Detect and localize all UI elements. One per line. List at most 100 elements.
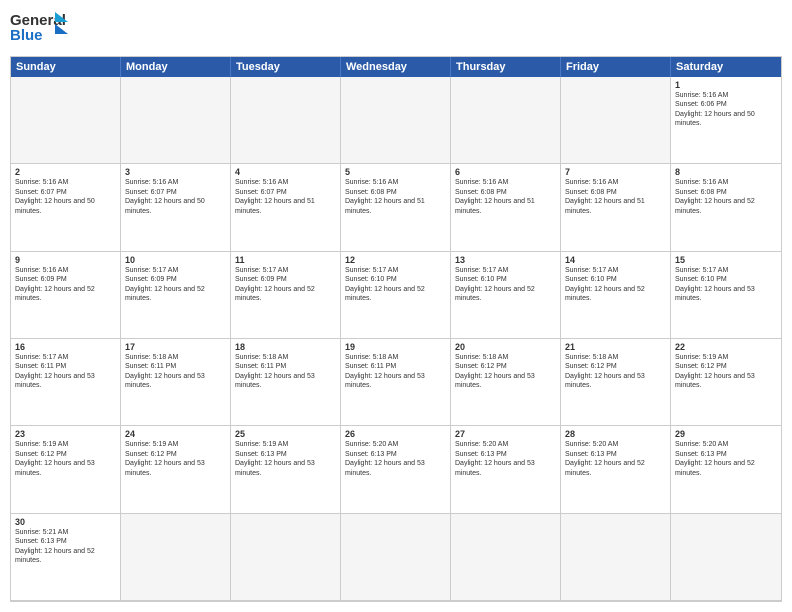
calendar-empty [561,514,671,601]
day-info: Sunrise: 5:18 AM Sunset: 6:11 PM Dayligh… [235,353,336,391]
day-info: Sunrise: 5:16 AM Sunset: 6:07 PM Dayligh… [125,178,226,216]
day-header-friday: Friday [561,57,671,77]
day-info: Sunrise: 5:17 AM Sunset: 6:09 PM Dayligh… [125,266,226,304]
day-info: Sunrise: 5:17 AM Sunset: 6:10 PM Dayligh… [455,266,556,304]
day-info: Sunrise: 5:16 AM Sunset: 6:07 PM Dayligh… [15,178,116,216]
day-number: 19 [345,342,446,352]
logo: GeneralBlue [10,10,70,48]
day-info: Sunrise: 5:17 AM Sunset: 6:10 PM Dayligh… [565,266,666,304]
day-number: 6 [455,167,556,177]
day-header-saturday: Saturday [671,57,781,77]
day-number: 11 [235,255,336,265]
day-number: 17 [125,342,226,352]
calendar-empty [671,514,781,601]
day-number: 18 [235,342,336,352]
day-number: 25 [235,429,336,439]
day-info: Sunrise: 5:17 AM Sunset: 6:10 PM Dayligh… [345,266,446,304]
calendar-day-21: 21Sunrise: 5:18 AM Sunset: 6:12 PM Dayli… [561,339,671,426]
day-info: Sunrise: 5:17 AM Sunset: 6:11 PM Dayligh… [15,353,116,391]
day-number: 26 [345,429,446,439]
calendar-empty [231,514,341,601]
day-number: 13 [455,255,556,265]
calendar-day-11: 11Sunrise: 5:17 AM Sunset: 6:09 PM Dayli… [231,252,341,339]
day-number: 22 [675,342,777,352]
day-header-sunday: Sunday [11,57,121,77]
day-number: 12 [345,255,446,265]
calendar-empty [341,514,451,601]
calendar-day-23: 23Sunrise: 5:19 AM Sunset: 6:12 PM Dayli… [11,426,121,513]
calendar-day-14: 14Sunrise: 5:17 AM Sunset: 6:10 PM Dayli… [561,252,671,339]
calendar-day-10: 10Sunrise: 5:17 AM Sunset: 6:09 PM Dayli… [121,252,231,339]
calendar-empty [451,514,561,601]
day-info: Sunrise: 5:20 AM Sunset: 6:13 PM Dayligh… [345,440,446,478]
day-info: Sunrise: 5:18 AM Sunset: 6:12 PM Dayligh… [455,353,556,391]
day-number: 23 [15,429,116,439]
calendar-day-24: 24Sunrise: 5:19 AM Sunset: 6:12 PM Dayli… [121,426,231,513]
day-number: 15 [675,255,777,265]
day-number: 29 [675,429,777,439]
calendar-day-5: 5Sunrise: 5:16 AM Sunset: 6:08 PM Daylig… [341,164,451,251]
calendar-empty [561,77,671,164]
day-number: 3 [125,167,226,177]
day-info: Sunrise: 5:17 AM Sunset: 6:09 PM Dayligh… [235,266,336,304]
day-number: 14 [565,255,666,265]
day-info: Sunrise: 5:21 AM Sunset: 6:13 PM Dayligh… [15,528,116,566]
calendar-day-13: 13Sunrise: 5:17 AM Sunset: 6:10 PM Dayli… [451,252,561,339]
calendar-day-2: 2Sunrise: 5:16 AM Sunset: 6:07 PM Daylig… [11,164,121,251]
day-number: 28 [565,429,666,439]
calendar-day-17: 17Sunrise: 5:18 AM Sunset: 6:11 PM Dayli… [121,339,231,426]
calendar-day-7: 7Sunrise: 5:16 AM Sunset: 6:08 PM Daylig… [561,164,671,251]
day-info: Sunrise: 5:16 AM Sunset: 6:07 PM Dayligh… [235,178,336,216]
day-header-wednesday: Wednesday [341,57,451,77]
day-number: 7 [565,167,666,177]
calendar-day-29: 29Sunrise: 5:20 AM Sunset: 6:13 PM Dayli… [671,426,781,513]
calendar-day-12: 12Sunrise: 5:17 AM Sunset: 6:10 PM Dayli… [341,252,451,339]
day-info: Sunrise: 5:20 AM Sunset: 6:13 PM Dayligh… [565,440,666,478]
calendar-day-1: 1Sunrise: 5:16 AM Sunset: 6:06 PM Daylig… [671,77,781,164]
calendar-empty [231,77,341,164]
day-info: Sunrise: 5:18 AM Sunset: 6:11 PM Dayligh… [125,353,226,391]
day-header-thursday: Thursday [451,57,561,77]
calendar-day-9: 9Sunrise: 5:16 AM Sunset: 6:09 PM Daylig… [11,252,121,339]
calendar-empty [121,514,231,601]
page: GeneralBlue SundayMondayTuesdayWednesday… [0,0,792,612]
day-info: Sunrise: 5:19 AM Sunset: 6:12 PM Dayligh… [675,353,777,391]
calendar-grid: 1Sunrise: 5:16 AM Sunset: 6:06 PM Daylig… [11,77,781,601]
day-number: 16 [15,342,116,352]
calendar-empty [341,77,451,164]
header: GeneralBlue [10,10,782,48]
calendar-day-28: 28Sunrise: 5:20 AM Sunset: 6:13 PM Dayli… [561,426,671,513]
calendar-empty [121,77,231,164]
day-info: Sunrise: 5:17 AM Sunset: 6:10 PM Dayligh… [675,266,777,304]
calendar-day-22: 22Sunrise: 5:19 AM Sunset: 6:12 PM Dayli… [671,339,781,426]
day-number: 21 [565,342,666,352]
day-info: Sunrise: 5:16 AM Sunset: 6:08 PM Dayligh… [565,178,666,216]
day-info: Sunrise: 5:19 AM Sunset: 6:13 PM Dayligh… [235,440,336,478]
day-number: 10 [125,255,226,265]
calendar-day-3: 3Sunrise: 5:16 AM Sunset: 6:07 PM Daylig… [121,164,231,251]
calendar-day-30: 30Sunrise: 5:21 AM Sunset: 6:13 PM Dayli… [11,514,121,601]
day-number: 5 [345,167,446,177]
calendar-day-27: 27Sunrise: 5:20 AM Sunset: 6:13 PM Dayli… [451,426,561,513]
calendar-day-15: 15Sunrise: 5:17 AM Sunset: 6:10 PM Dayli… [671,252,781,339]
day-header-tuesday: Tuesday [231,57,341,77]
calendar-empty [11,77,121,164]
day-number: 2 [15,167,116,177]
day-number: 1 [675,80,777,90]
day-info: Sunrise: 5:20 AM Sunset: 6:13 PM Dayligh… [675,440,777,478]
day-info: Sunrise: 5:19 AM Sunset: 6:12 PM Dayligh… [15,440,116,478]
calendar: SundayMondayTuesdayWednesdayThursdayFrid… [10,56,782,602]
calendar-day-26: 26Sunrise: 5:20 AM Sunset: 6:13 PM Dayli… [341,426,451,513]
calendar-day-25: 25Sunrise: 5:19 AM Sunset: 6:13 PM Dayli… [231,426,341,513]
calendar-day-18: 18Sunrise: 5:18 AM Sunset: 6:11 PM Dayli… [231,339,341,426]
day-number: 30 [15,517,116,527]
day-info: Sunrise: 5:18 AM Sunset: 6:11 PM Dayligh… [345,353,446,391]
calendar-day-4: 4Sunrise: 5:16 AM Sunset: 6:07 PM Daylig… [231,164,341,251]
day-number: 20 [455,342,556,352]
day-info: Sunrise: 5:18 AM Sunset: 6:12 PM Dayligh… [565,353,666,391]
calendar-day-16: 16Sunrise: 5:17 AM Sunset: 6:11 PM Dayli… [11,339,121,426]
day-info: Sunrise: 5:16 AM Sunset: 6:08 PM Dayligh… [345,178,446,216]
day-info: Sunrise: 5:16 AM Sunset: 6:06 PM Dayligh… [675,91,777,129]
day-info: Sunrise: 5:20 AM Sunset: 6:13 PM Dayligh… [455,440,556,478]
day-number: 9 [15,255,116,265]
